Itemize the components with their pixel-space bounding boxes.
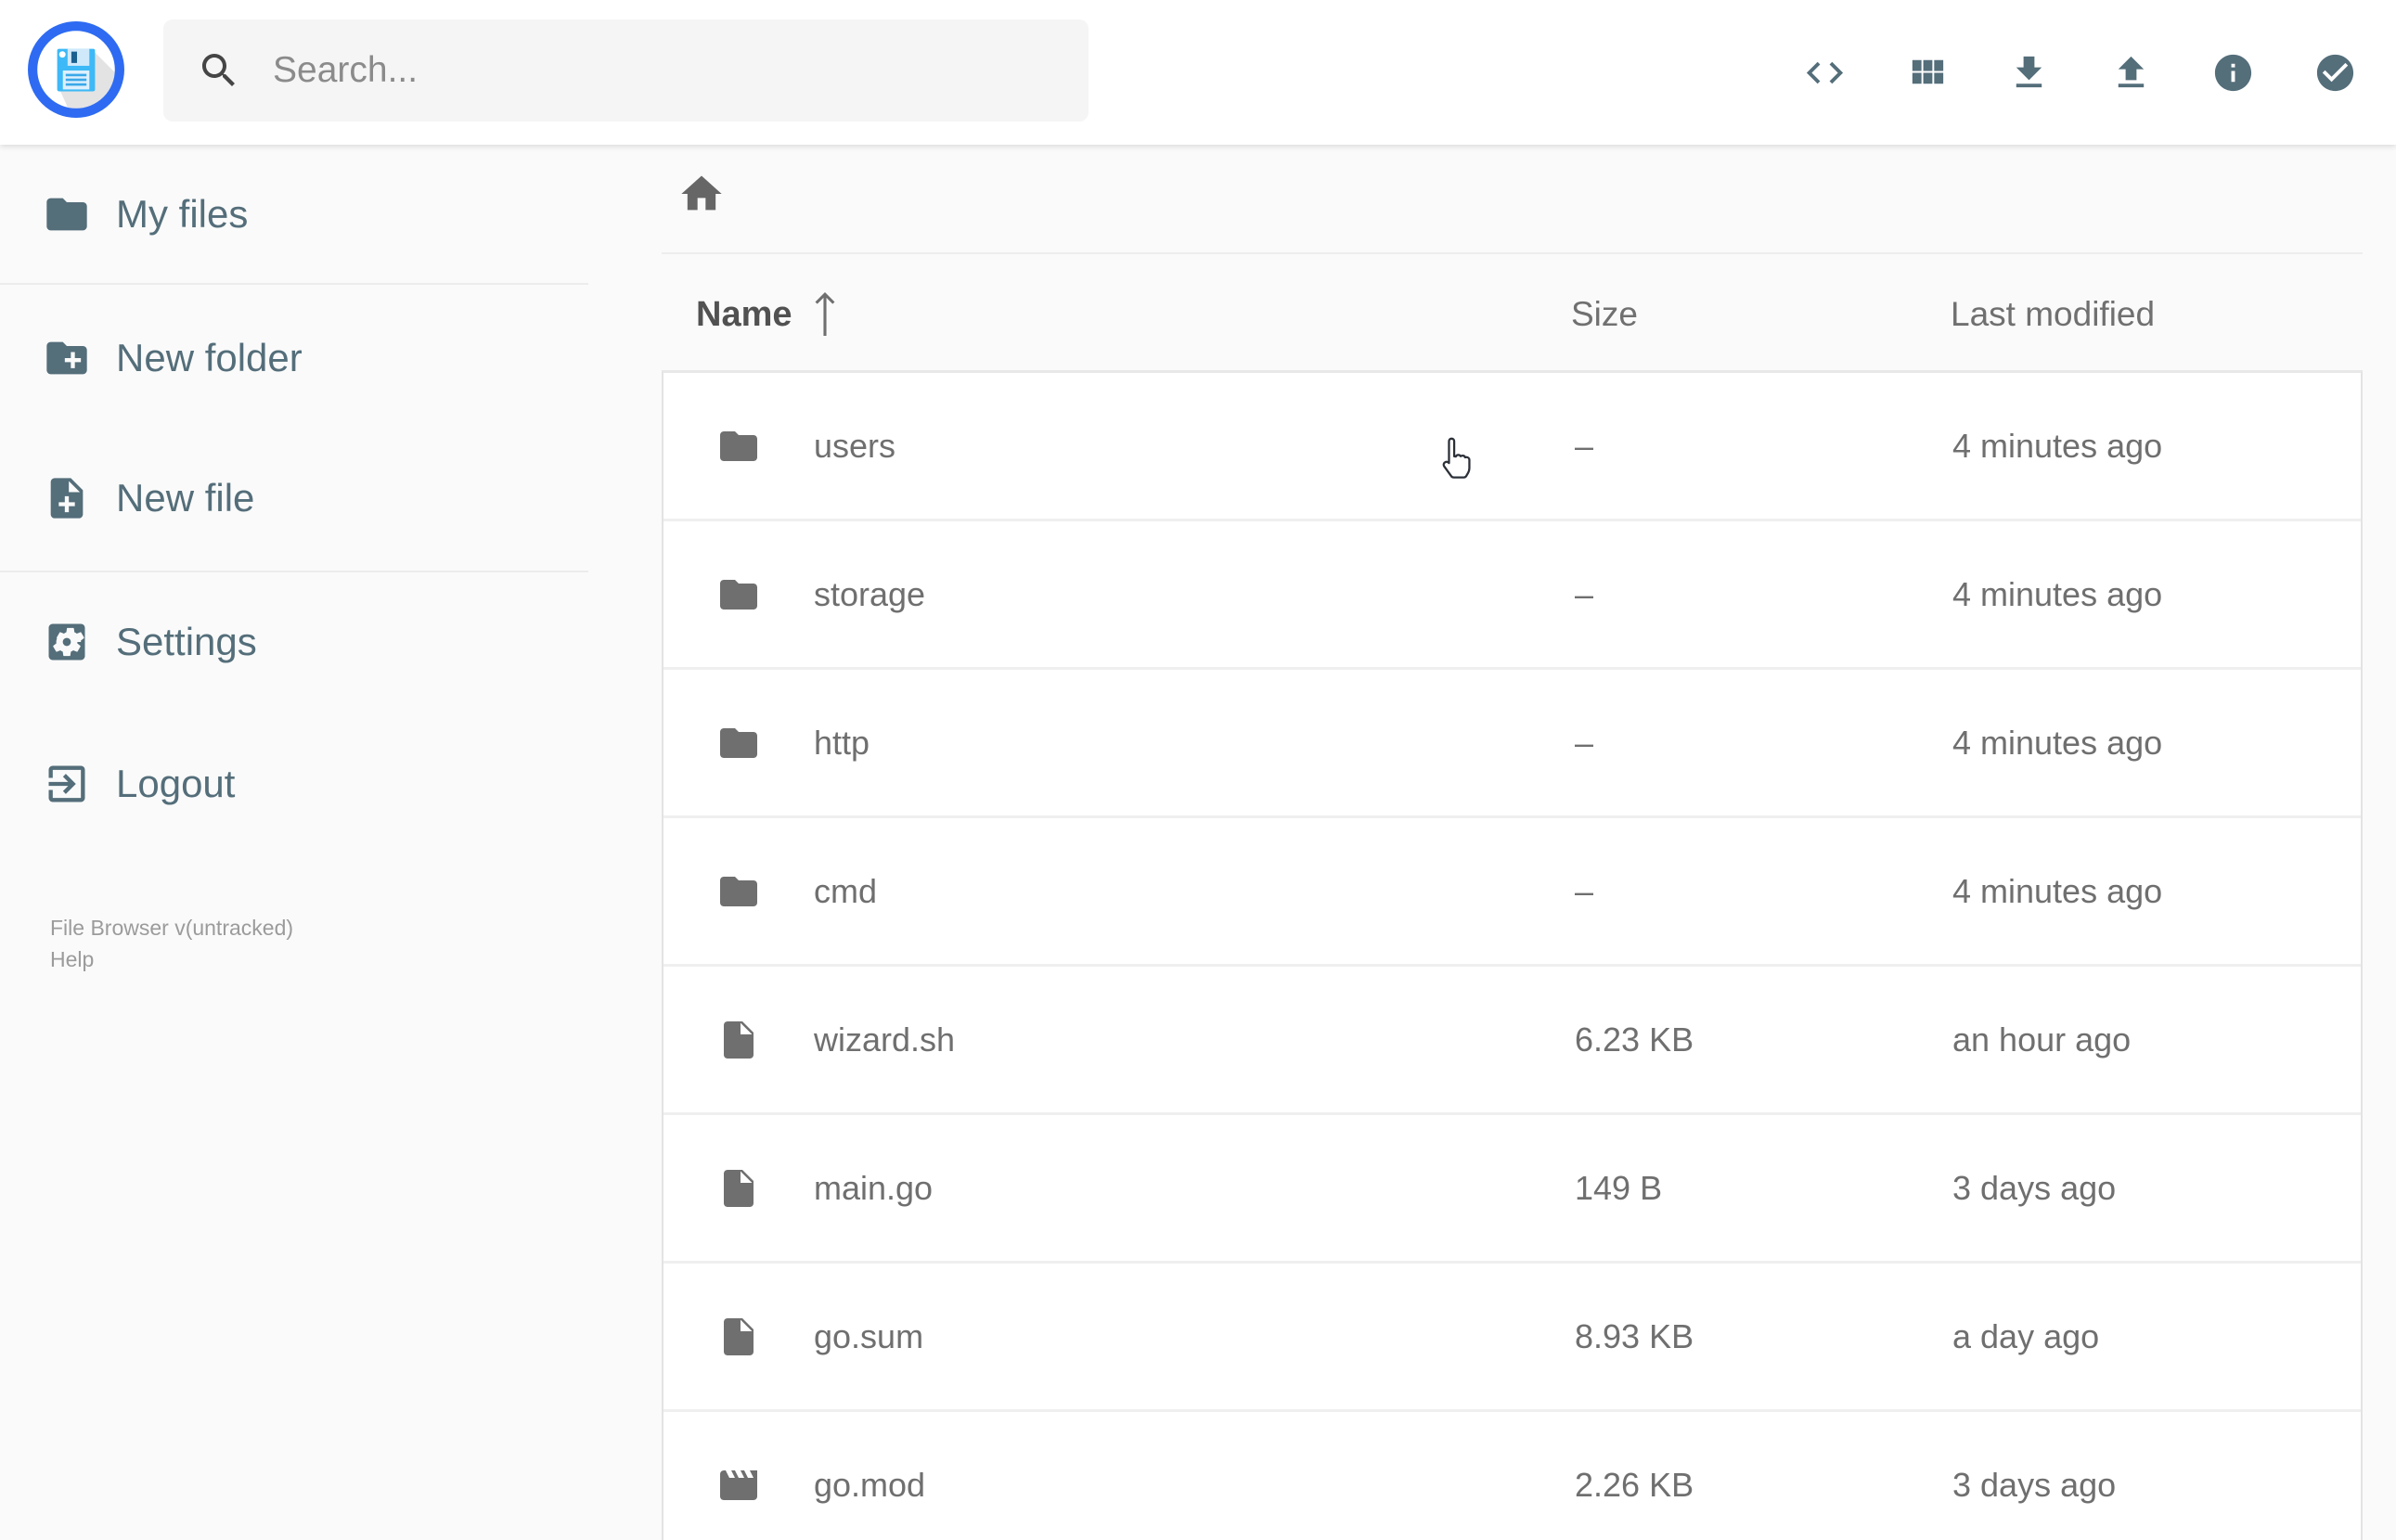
file-size: 6.23 KB	[1575, 1020, 1694, 1059]
folder-icon	[716, 721, 761, 765]
column-header-name[interactable]: Name	[696, 293, 792, 336]
column-header-modified[interactable]: Last modified	[1951, 293, 2155, 336]
sidebar-item-logout[interactable]: Logout	[0, 736, 609, 832]
file-modified: a day ago	[1952, 1316, 2100, 1355]
file-icon	[716, 1166, 761, 1211]
file-name: go.sum	[814, 1316, 924, 1355]
app-version-text: File Browser v(untracked)	[50, 916, 294, 940]
search-box[interactable]	[163, 19, 1089, 122]
search-icon	[197, 48, 241, 93]
download-button[interactable]	[2007, 51, 2051, 95]
file-modified: 4 minutes ago	[1952, 723, 2163, 762]
sidebar-item-label: Settings	[116, 620, 257, 663]
file-row[interactable]: storage – 4 minutes ago	[663, 521, 2361, 670]
floppy-disk-logo-icon	[28, 21, 124, 118]
file-table: users – 4 minutes ago storage – 4 minute…	[662, 370, 2363, 1540]
file-icon	[716, 1315, 761, 1359]
code-view-button[interactable]	[1803, 51, 1847, 95]
file-name: main.go	[814, 1168, 934, 1207]
file-name: storage	[814, 574, 926, 613]
folder-icon	[716, 572, 761, 617]
file-modified: 4 minutes ago	[1952, 574, 2163, 613]
file-name: cmd	[814, 871, 878, 910]
folder-icon	[43, 190, 91, 238]
top-bar	[0, 0, 2396, 145]
file-row[interactable]: main.go 149 B 3 days ago	[663, 1115, 2361, 1264]
home-icon	[677, 170, 726, 218]
file-size: –	[1575, 426, 1594, 465]
info-icon	[2211, 51, 2255, 95]
upload-button[interactable]	[2109, 51, 2153, 95]
upload-icon	[2109, 51, 2153, 95]
breadcrumb-home-button[interactable]	[677, 170, 726, 218]
sidebar-divider	[0, 571, 588, 572]
file-modified: an hour ago	[1952, 1020, 2132, 1059]
file-name: http	[814, 723, 870, 762]
sort-arrow-up-icon[interactable]	[813, 289, 837, 338]
file-row[interactable]: users – 4 minutes ago	[663, 373, 2361, 521]
sidebar-item-label: Logout	[116, 762, 236, 805]
grid-view-button[interactable]	[1905, 51, 1949, 95]
sidebar-footer: File Browser v(untracked) Help	[50, 912, 293, 975]
code-icon	[1803, 51, 1847, 95]
breadcrumb-divider	[662, 252, 2363, 254]
file-row[interactable]: go.sum 8.93 KB a day ago	[663, 1264, 2361, 1412]
info-button[interactable]	[2211, 51, 2255, 95]
file-size: –	[1575, 574, 1594, 613]
movie-file-icon	[716, 1463, 761, 1508]
sidebar-item-label: New folder	[116, 336, 303, 379]
app-logo[interactable]	[27, 20, 125, 119]
folder-icon	[716, 424, 761, 468]
sidebar-item-settings[interactable]: Settings	[0, 594, 609, 690]
sidebar-item-label: New file	[116, 476, 255, 520]
help-link[interactable]: Help	[50, 943, 293, 975]
create-folder-icon	[43, 334, 91, 382]
file-row[interactable]: http – 4 minutes ago	[663, 670, 2361, 818]
file-row[interactable]: cmd – 4 minutes ago	[663, 818, 2361, 967]
folder-icon	[716, 869, 761, 914]
sidebar-item-new-folder[interactable]: New folder	[0, 310, 609, 406]
file-modified: 3 days ago	[1952, 1465, 2117, 1504]
sidebar-item-my-files[interactable]: My files	[0, 166, 609, 263]
file-modified: 4 minutes ago	[1952, 871, 2163, 910]
create-file-icon	[43, 474, 91, 522]
sidebar-item-label: My files	[116, 192, 249, 236]
toolbar-actions	[1803, 0, 2357, 145]
sort-arrow-up-icon	[813, 289, 837, 338]
file-name: wizard.sh	[814, 1020, 956, 1059]
file-row[interactable]: go.mod 2.26 KB 3 days ago	[663, 1412, 2361, 1540]
select-multiple-button[interactable]	[2313, 51, 2357, 95]
file-size: –	[1575, 871, 1594, 910]
sidebar-item-new-file[interactable]: New file	[0, 450, 609, 546]
file-name: go.mod	[814, 1465, 926, 1504]
file-size: –	[1575, 723, 1594, 762]
file-name: users	[814, 426, 896, 465]
file-size: 8.93 KB	[1575, 1316, 1694, 1355]
file-size: 149 B	[1575, 1168, 1663, 1207]
logout-icon	[43, 760, 91, 808]
search-input[interactable]	[273, 50, 1055, 91]
file-modified: 3 days ago	[1952, 1168, 2117, 1207]
settings-icon	[43, 618, 91, 666]
select-check-icon	[2313, 51, 2357, 95]
sidebar-divider	[0, 283, 588, 285]
file-row[interactable]: wizard.sh 6.23 KB an hour ago	[663, 967, 2361, 1115]
column-header-size[interactable]: Size	[1571, 293, 1638, 336]
file-size: 2.26 KB	[1575, 1465, 1694, 1504]
file-icon	[716, 1018, 761, 1062]
grid-view-icon	[1905, 51, 1949, 95]
file-modified: 4 minutes ago	[1952, 426, 2163, 465]
download-icon	[2007, 51, 2051, 95]
